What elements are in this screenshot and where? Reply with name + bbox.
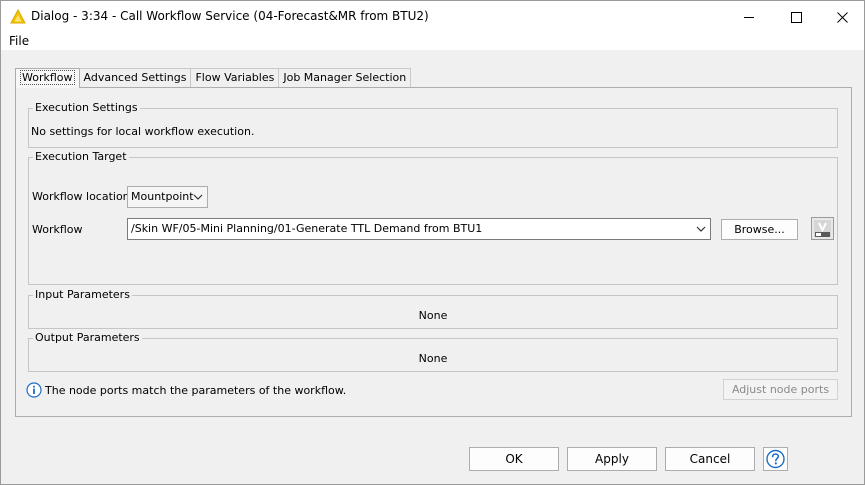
workflow-location-label: Workflow location (32, 190, 130, 203)
ok-button[interactable]: OK (469, 447, 559, 471)
adjust-node-ports-button[interactable]: Adjust node ports (723, 379, 838, 400)
execution-settings-group: Execution Settings No settings for local… (28, 101, 838, 148)
close-button[interactable] (819, 1, 865, 33)
menu-file[interactable]: File (9, 34, 29, 48)
maximize-button[interactable] (773, 1, 819, 33)
tab-advanced-settings[interactable]: Advanced Settings (78, 68, 192, 87)
execution-target-group: Execution Target Workflow location Mount… (28, 150, 838, 285)
tab-bar: Workflow Advanced Settings Flow Variable… (15, 68, 412, 88)
maximize-icon (790, 11, 802, 23)
workflow-path-value: /Skin WF/05-Mini Planning/01-Generate TT… (131, 222, 483, 235)
execution-settings-title: Execution Settings (33, 101, 140, 114)
minimize-icon (743, 16, 754, 18)
workflow-path-combo[interactable]: /Skin WF/05-Mini Planning/01-Generate TT… (127, 218, 711, 240)
workflow-label: Workflow (32, 223, 83, 236)
execution-settings-message: No settings for local workflow execution… (31, 125, 255, 138)
input-parameters-title: Input Parameters (33, 288, 132, 301)
tab-workflow[interactable]: Workflow (15, 68, 80, 88)
close-icon (836, 11, 848, 23)
output-parameters-title: Output Parameters (33, 331, 142, 344)
output-parameters-value: None (418, 352, 448, 365)
input-parameters-group: Input Parameters None (28, 288, 838, 329)
help-icon (766, 449, 785, 469)
window-title: Dialog - 3:34 - Call Workflow Service (0… (31, 9, 429, 23)
execution-target-title: Execution Target (33, 150, 129, 163)
help-button[interactable] (763, 447, 788, 471)
tab-job-manager-selection[interactable]: Job Manager Selection (278, 68, 412, 87)
flow-variable-button[interactable] (811, 217, 834, 240)
tab-workflow-label: Workflow (20, 70, 75, 85)
apply-button[interactable]: Apply (567, 447, 657, 471)
browse-button[interactable]: Browse... (721, 219, 798, 240)
workflow-tab-panel: Execution Settings No settings for local… (15, 87, 852, 417)
menu-bar: File (1, 33, 864, 50)
title-bar[interactable]: Dialog - 3:34 - Call Workflow Service (0… (1, 1, 864, 33)
flow-variable-icon (814, 220, 831, 237)
dialog-window: Dialog - 3:34 - Call Workflow Service (0… (0, 0, 865, 485)
info-message: The node ports match the parameters of t… (45, 384, 347, 397)
tab-flow-variables[interactable]: Flow Variables (190, 68, 280, 87)
input-parameters-value: None (418, 309, 448, 322)
workflow-location-value: Mountpoint (131, 190, 194, 203)
chevron-down-icon (193, 194, 203, 200)
info-icon (26, 382, 42, 398)
minimize-button[interactable] (726, 1, 772, 33)
knime-warning-icon (10, 9, 26, 24)
cancel-button[interactable]: Cancel (665, 447, 755, 471)
output-parameters-group: Output Parameters None (28, 331, 838, 372)
chevron-down-icon (696, 226, 706, 232)
workflow-location-select[interactable]: Mountpoint (127, 186, 208, 208)
